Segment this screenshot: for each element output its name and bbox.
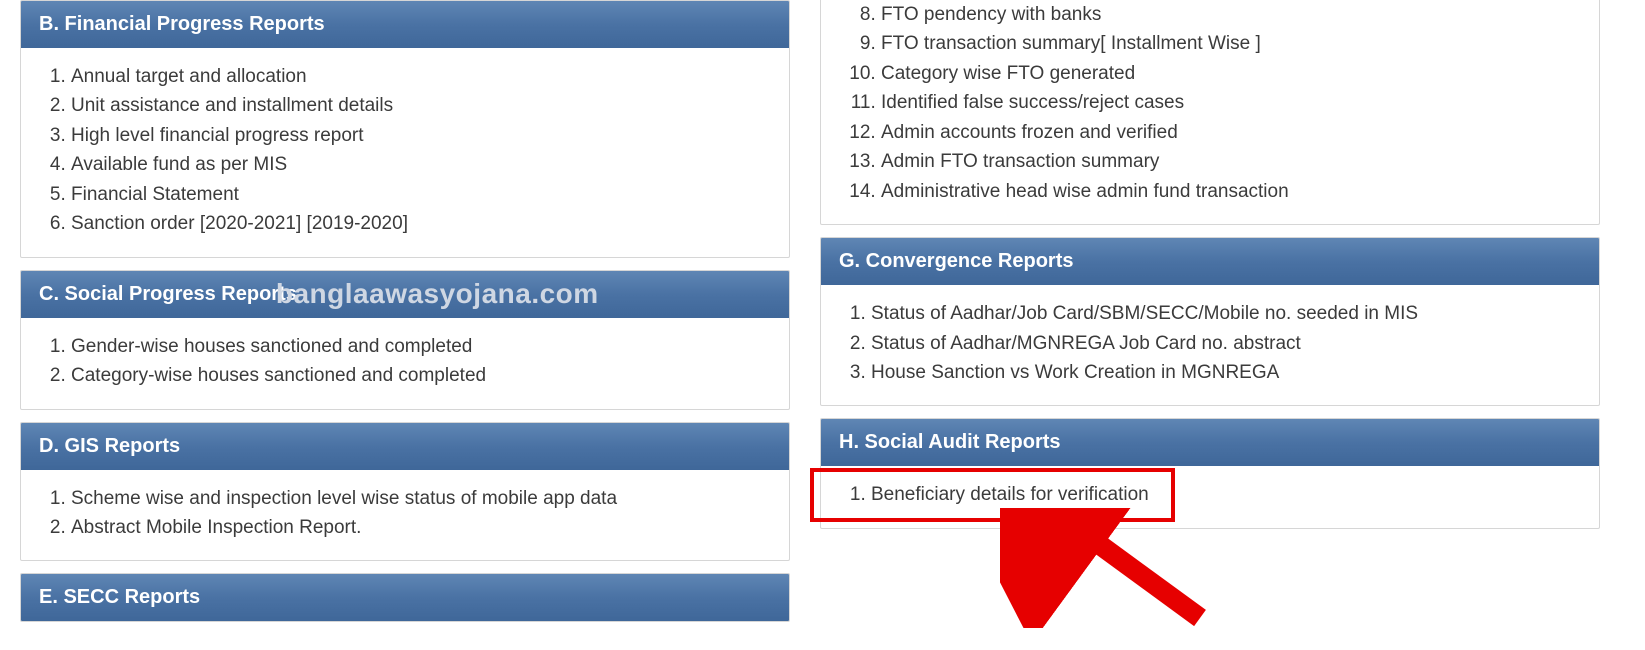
report-link[interactable]: Status of Aadhar/Job Card/SBM/SECC/Mobil… <box>871 299 1581 328</box>
report-link[interactable]: Category wise FTO generated <box>881 59 1581 88</box>
panel-header-e: E. SECC Reports <box>21 574 789 621</box>
report-link[interactable]: Identified false success/reject cases <box>881 88 1581 117</box>
report-link[interactable]: Admin accounts frozen and verified <box>881 118 1581 147</box>
report-link[interactable]: Available fund as per MIS <box>71 150 771 179</box>
report-link[interactable]: Abstract Mobile Inspection Report. <box>71 513 771 542</box>
report-link[interactable]: Admin FTO transaction summary <box>881 147 1581 176</box>
panel-social-progress: C. Social Progress Reports banglaawasyoj… <box>20 270 790 410</box>
list-b: Annual target and allocation Unit assist… <box>71 62 771 239</box>
panel-gis: D. GIS Reports Scheme wise and inspectio… <box>20 422 790 562</box>
list-g: Status of Aadhar/Job Card/SBM/SECC/Mobil… <box>871 299 1581 387</box>
panel-body-h: Beneficiary details for verification <box>821 466 1599 527</box>
report-link[interactable]: Category-wise houses sanctioned and comp… <box>71 361 771 390</box>
panel-title-c: C. Social Progress Reports <box>39 283 297 305</box>
left-column: B. Financial Progress Reports Annual tar… <box>20 0 790 634</box>
panel-secc: E. SECC Reports <box>20 573 790 622</box>
panel-header-b: B. Financial Progress Reports <box>21 1 789 48</box>
report-link[interactable]: House Sanction vs Work Creation in MGNRE… <box>871 358 1581 387</box>
list-f: FTO pendency with banks FTO transaction … <box>881 0 1581 206</box>
report-link-beneficiary-details[interactable]: Beneficiary details for verification <box>871 480 1581 509</box>
report-link[interactable]: Gender-wise houses sanctioned and comple… <box>71 332 771 361</box>
panel-financial-progress: B. Financial Progress Reports Annual tar… <box>20 0 790 258</box>
report-link[interactable]: FTO transaction summary[ Installment Wis… <box>881 29 1581 58</box>
report-link[interactable]: High level financial progress report <box>71 121 771 150</box>
panel-header-c: C. Social Progress Reports banglaawasyoj… <box>21 271 789 318</box>
report-link[interactable]: Unit assistance and installment details <box>71 91 771 120</box>
panel-social-audit: H. Social Audit Reports Beneficiary deta… <box>820 418 1600 528</box>
report-link[interactable]: Scheme wise and inspection level wise st… <box>71 484 771 513</box>
panel-f-continued: FTO pendency with banks FTO transaction … <box>820 0 1600 225</box>
panel-body-b: Annual target and allocation Unit assist… <box>21 48 789 257</box>
panel-header-d: D. GIS Reports <box>21 423 789 470</box>
panel-header-g: G. Convergence Reports <box>821 238 1599 285</box>
report-link[interactable]: Administrative head wise admin fund tran… <box>881 177 1581 206</box>
report-link[interactable]: Annual target and allocation <box>71 62 771 91</box>
panel-header-h: H. Social Audit Reports <box>821 419 1599 466</box>
report-link[interactable]: Sanction order [2020-2021] [2019-2020] <box>71 209 771 238</box>
report-link[interactable]: Status of Aadhar/MGNREGA Job Card no. ab… <box>871 329 1581 358</box>
report-link[interactable]: FTO pendency with banks <box>881 0 1581 29</box>
list-d: Scheme wise and inspection level wise st… <box>71 484 771 543</box>
list-c: Gender-wise houses sanctioned and comple… <box>71 332 771 391</box>
panel-body-g: Status of Aadhar/Job Card/SBM/SECC/Mobil… <box>821 285 1599 405</box>
panel-body-d: Scheme wise and inspection level wise st… <box>21 470 789 561</box>
panel-body-f: FTO pendency with banks FTO transaction … <box>821 0 1599 224</box>
panel-convergence: G. Convergence Reports Status of Aadhar/… <box>820 237 1600 406</box>
report-link[interactable]: Financial Statement <box>71 180 771 209</box>
panel-body-c: Gender-wise houses sanctioned and comple… <box>21 318 789 409</box>
right-column: FTO pendency with banks FTO transaction … <box>820 0 1600 634</box>
list-h: Beneficiary details for verification <box>871 480 1581 509</box>
report-columns: B. Financial Progress Reports Annual tar… <box>0 0 1645 634</box>
watermark-text: banglaawasyojana.com <box>276 278 599 310</box>
